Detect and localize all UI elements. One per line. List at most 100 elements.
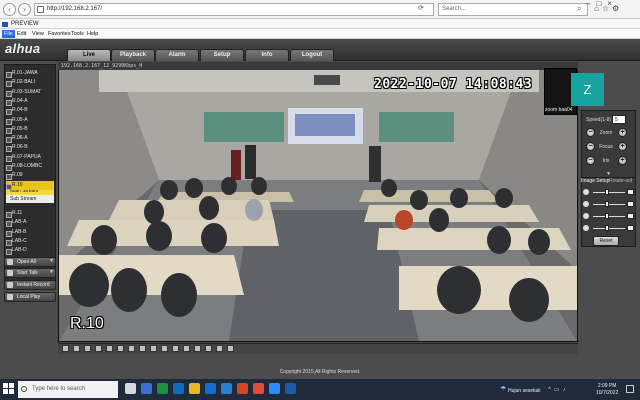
store-app-icon[interactable] [205, 383, 216, 394]
full-screen-icon[interactable] [172, 345, 179, 352]
channel-item-lab-d[interactable]: LAB-D [6, 246, 54, 256]
tab-rotate[interactable]: Rotate-ool [609, 178, 632, 184]
iris-close-button[interactable]: − [586, 156, 595, 165]
channel-item-lab-b[interactable]: LAB-B [6, 228, 54, 237]
speed-select[interactable]: 5 [612, 115, 626, 124]
split-9-icon[interactable] [205, 345, 212, 352]
tab-alarm[interactable]: Alarm [155, 49, 199, 61]
split-1-icon[interactable] [183, 345, 190, 352]
split-25-icon[interactable] [227, 345, 234, 352]
channel-item-r-06-a[interactable]: R.06-A [6, 134, 54, 144]
browser-search-input[interactable]: Search... [438, 3, 588, 16]
weather-icon[interactable]: ☂ [500, 386, 506, 393]
folder-icon [7, 259, 13, 265]
system-tray-icons[interactable]: ^▭♪ [548, 386, 568, 393]
channel-item-r-07-papua[interactable]: R.07-PAPUA [6, 153, 54, 162]
browser-tab-preview[interactable]: PREVIEW [2, 20, 62, 29]
contrast-slider-thumb[interactable] [605, 201, 610, 207]
internet-explorer-icon[interactable] [285, 383, 296, 394]
windows-start-icon[interactable] [3, 383, 15, 395]
tab-live[interactable]: Live [67, 49, 111, 61]
local-play-label: Local Play [17, 294, 41, 300]
tab-logout[interactable]: Logout [290, 49, 334, 61]
channel-item-r-02-bali[interactable]: R.02-BALI [6, 78, 54, 88]
channel-item-lab-c[interactable]: LAB-C [6, 237, 54, 246]
chevron-down-icon[interactable]: ▼ [49, 269, 54, 275]
address-input[interactable]: http://192.168.2.167/ [34, 3, 434, 16]
channel-item-r-04-a[interactable]: R.04-A [6, 97, 54, 106]
back-arrow-icon[interactable]: ‹ [3, 3, 16, 16]
record-icon[interactable] [128, 345, 135, 352]
channel-item-r-11[interactable]: R.11 [6, 209, 54, 218]
menu-edit[interactable]: Edit [15, 30, 28, 38]
channel-item-r-05-b[interactable]: R.05-B [6, 125, 54, 134]
menu-tools[interactable]: Tools [69, 30, 86, 38]
search-icon[interactable]: ⌕ [577, 5, 581, 13]
taskbar-clock[interactable]: 2:09 PM 10/7/2022 [596, 383, 618, 397]
video-channel-label: R.10 [70, 315, 104, 332]
channel-item-lab-a[interactable]: LAB-A [6, 218, 54, 228]
split-16-icon[interactable] [216, 345, 223, 352]
channel-item-r-10[interactable]: R.10 [6, 180, 54, 190]
file-explorer-icon[interactable] [189, 383, 200, 394]
task-view-icon[interactable] [125, 383, 136, 394]
speed-label: Speed(1-8) [586, 117, 612, 123]
edge-app-icon[interactable] [173, 383, 184, 394]
channel-item-r-01-jawa[interactable]: R.01-JAWA [6, 69, 54, 78]
reset-button[interactable]: Reset [593, 236, 619, 246]
zoom-in-button[interactable]: + [618, 128, 627, 137]
word-app-icon[interactable] [141, 383, 152, 394]
refresh-icon[interactable]: ⟳ [418, 4, 424, 12]
saturation-slider-thumb[interactable] [605, 213, 610, 219]
tab-image-setup[interactable]: Image Setup [581, 178, 609, 184]
menu-help[interactable]: Help [85, 30, 100, 38]
zoom-icon[interactable] [95, 345, 102, 352]
window-controls[interactable]: –□× [586, 0, 618, 8]
channel-item-r-08-lombc[interactable]: R.08-LOMBC [6, 162, 54, 171]
menu-file[interactable]: File [2, 30, 15, 38]
channel-item-r-04-b[interactable]: R.04-B [6, 106, 54, 116]
chevron-down-icon[interactable]: ▼ [49, 258, 54, 264]
aspect-ratio-icon[interactable] [62, 345, 69, 352]
search-icon [21, 386, 27, 392]
rule-icon[interactable] [84, 345, 91, 352]
focus-in-button[interactable]: + [618, 142, 627, 151]
excel-app-icon[interactable] [157, 383, 168, 394]
forward-arrow-icon[interactable]: › [18, 3, 31, 16]
taskbar-search-input[interactable]: Type here to search [18, 381, 118, 398]
zoom-avatar: Z [571, 73, 604, 106]
mail-app-icon[interactable] [221, 383, 232, 394]
camera-feed-image [59, 70, 577, 341]
channel-item-r-06-b[interactable]: R.06-B [6, 143, 54, 153]
talk-icon[interactable] [150, 345, 157, 352]
snapshot-icon[interactable] [106, 345, 113, 352]
hue-slider-thumb[interactable] [605, 225, 610, 231]
zoom-app-icon[interactable] [269, 383, 280, 394]
channel-item-r-09[interactable]: R.09 [6, 171, 54, 181]
channel-item-r-05-a[interactable]: R.05-A [6, 116, 54, 125]
weather-text[interactable]: Hujan sesekali [508, 388, 541, 394]
brightness-slider-thumb[interactable] [605, 189, 610, 195]
hue-icon [583, 225, 589, 231]
powerpoint-app-icon[interactable] [237, 383, 248, 394]
fluency-icon[interactable] [73, 345, 80, 352]
channel-item-r-03-sumat[interactable]: R.03-SUMAT [6, 88, 54, 97]
audio-icon[interactable] [139, 345, 146, 352]
close-icon[interactable] [161, 345, 168, 352]
zoom-out-button[interactable]: − [586, 128, 595, 137]
iris-open-button[interactable]: + [618, 156, 627, 165]
contrast-icon [583, 201, 589, 207]
tab-playback[interactable]: Playback [111, 49, 155, 61]
triple-snapshot-icon[interactable] [117, 345, 124, 352]
notification-icon[interactable] [626, 385, 634, 393]
hue-value-box [627, 225, 634, 231]
split-4-icon[interactable] [194, 345, 201, 352]
chrome-app-icon[interactable] [253, 383, 264, 394]
focus-out-button[interactable]: − [586, 142, 595, 151]
stream-sub[interactable]: Sub Stream [6, 195, 54, 203]
open-all-label: Open All [17, 259, 36, 265]
tab-info[interactable]: Info [245, 49, 289, 61]
menu-view[interactable]: View [30, 30, 46, 38]
clock-date: 10/7/2022 [596, 390, 619, 396]
tab-setup[interactable]: Setup [200, 49, 244, 61]
